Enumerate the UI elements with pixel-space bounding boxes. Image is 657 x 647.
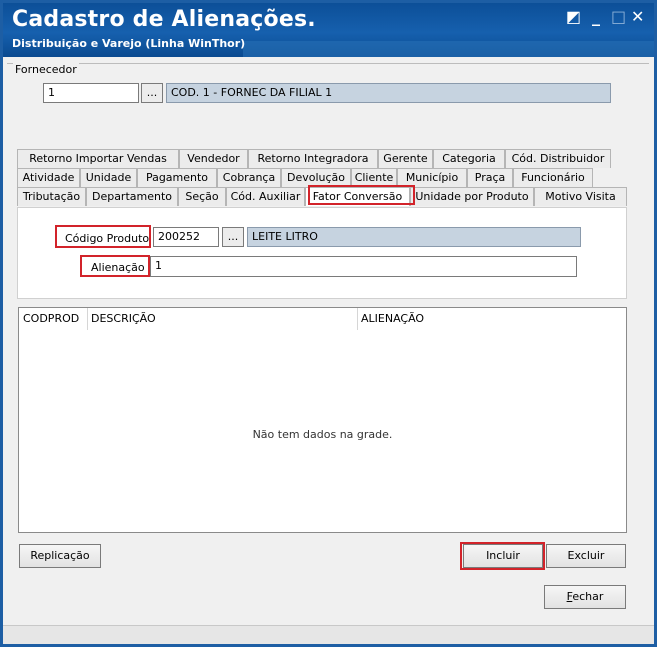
tab-secao[interactable]: Seção: [178, 187, 226, 206]
column-separator: [357, 308, 358, 330]
tab-unidade[interactable]: Unidade: [80, 168, 137, 187]
window-body: Fornecedor 1 ... COD. 1 - FORNEC DA FILI…: [3, 57, 654, 644]
tab-unidade-por-produto[interactable]: Unidade por Produto: [410, 187, 534, 206]
alienacao-field[interactable]: 1: [150, 256, 577, 277]
tab-funcionario[interactable]: Funcionário: [513, 168, 593, 187]
tab-cod-auxiliar[interactable]: Cód. Auxiliar: [226, 187, 305, 206]
minimize-button[interactable]: _: [592, 7, 600, 26]
tab-row-2: Atividade Unidade Pagamento Cobrança Dev…: [17, 168, 593, 187]
window-subtitle: Distribuição e Varejo (Linha WinThor): [12, 37, 246, 50]
codigo-produto-highlight: [55, 225, 151, 248]
tab-categoria[interactable]: Categoria: [433, 149, 505, 168]
main-window: Cadastro de Alienações. Distribuição e V…: [0, 0, 657, 647]
tab-praca[interactable]: Praça: [467, 168, 513, 187]
column-header-codprod[interactable]: CODPROD: [23, 312, 79, 325]
fornecedor-lookup-button[interactable]: ...: [141, 83, 163, 103]
incluir-highlight: [460, 542, 545, 570]
codigo-produto-field[interactable]: 200252: [153, 227, 219, 247]
tab-cod-distribuidor[interactable]: Cód. Distribuidor: [505, 149, 611, 168]
alienacoes-grid[interactable]: CODPROD DESCRIÇÃO ALIENAÇÃO Não tem dado…: [18, 307, 627, 533]
produto-description: LEITE LITRO: [247, 227, 581, 247]
tab-departamento[interactable]: Departamento: [86, 187, 178, 206]
excluir-button[interactable]: Excluir: [546, 544, 626, 568]
tab-pagamento[interactable]: Pagamento: [137, 168, 217, 187]
alienacao-highlight: [80, 255, 150, 277]
tab-row-1: Retorno Importar Vendas Vendedor Retorno…: [17, 149, 611, 168]
tab-retorno-importar-vendas[interactable]: Retorno Importar Vendas: [17, 149, 179, 168]
fornecedor-label: Fornecedor: [13, 63, 79, 76]
tab-atividade[interactable]: Atividade: [17, 168, 80, 187]
column-header-alienacao[interactable]: ALIENAÇÃO: [361, 312, 424, 325]
restore-icon[interactable]: ◩: [566, 7, 581, 26]
tab-cobranca[interactable]: Cobrança: [217, 168, 281, 187]
maximize-button[interactable]: □: [611, 7, 626, 26]
column-separator: [87, 308, 88, 330]
produto-lookup-button[interactable]: ...: [222, 227, 244, 247]
tab-motivo-visita[interactable]: Motivo Visita: [534, 187, 627, 206]
replicacao-button[interactable]: Replicação: [19, 544, 101, 568]
close-button[interactable]: ✕: [631, 7, 644, 26]
fechar-label: echar: [572, 590, 604, 603]
fator-conversao-panel: [17, 207, 627, 299]
title-stripe: [243, 41, 654, 57]
grid-empty-message: Não tem dados na grade.: [252, 428, 393, 441]
status-bar: [3, 625, 654, 644]
tab-vendedor[interactable]: Vendedor: [179, 149, 248, 168]
tab-gerente[interactable]: Gerente: [378, 149, 433, 168]
column-header-descricao[interactable]: DESCRIÇÃO: [91, 312, 156, 325]
title-bar: Cadastro de Alienações. Distribuição e V…: [3, 3, 654, 57]
window-title: Cadastro de Alienações.: [12, 7, 316, 32]
fornecedor-description: COD. 1 - FORNEC DA FILIAL 1: [166, 83, 611, 103]
tab-retorno-integradora[interactable]: Retorno Integradora: [248, 149, 378, 168]
active-tab-highlight: [308, 185, 415, 205]
fechar-button[interactable]: Fechar: [544, 585, 626, 609]
tab-tributacao[interactable]: Tributação: [17, 187, 86, 206]
fornecedor-code-field[interactable]: 1: [43, 83, 139, 103]
